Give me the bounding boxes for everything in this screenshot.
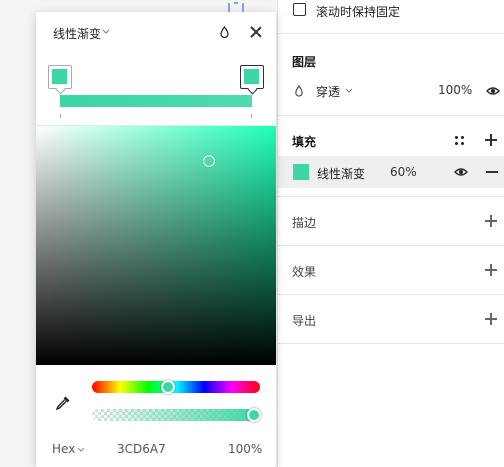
picker-header: 线性渐变 bbox=[36, 12, 276, 52]
color-mode-select[interactable]: Hex bbox=[52, 442, 75, 456]
color-picker-popup: 线性渐变 Hex 3CD6A7 100% bbox=[36, 12, 276, 467]
effects-section: 效果 bbox=[278, 246, 504, 295]
layer-opacity-input[interactable]: 100% bbox=[438, 83, 472, 97]
gradient-stop-right[interactable] bbox=[240, 65, 264, 89]
gradient-tick-left bbox=[60, 114, 61, 118]
fix-scroll-checkbox[interactable] bbox=[293, 3, 306, 16]
saturation-value-area[interactable] bbox=[36, 126, 276, 365]
remove-fill-icon[interactable] bbox=[486, 171, 498, 173]
saturation-value-handle[interactable] bbox=[203, 155, 215, 167]
hue-slider[interactable] bbox=[92, 381, 260, 393]
add-effect-icon[interactable] bbox=[485, 264, 497, 276]
chevron-down-icon[interactable] bbox=[77, 447, 85, 452]
chevron-down-icon[interactable] bbox=[345, 88, 353, 93]
eye-icon[interactable] bbox=[486, 86, 500, 96]
hex-input[interactable]: 3CD6A7 bbox=[117, 442, 166, 456]
dots-grid-icon[interactable] bbox=[454, 135, 466, 147]
gradient-tick-right bbox=[251, 114, 252, 118]
effects-title: 效果 bbox=[292, 265, 317, 279]
stroke-section: 描边 bbox=[278, 197, 504, 246]
layer-title: 图层 bbox=[292, 55, 317, 69]
export-section: 导出 bbox=[278, 295, 504, 344]
eyedropper-icon[interactable] bbox=[55, 395, 71, 411]
add-export-icon[interactable] bbox=[485, 313, 497, 325]
fill-section: 填充 线性渐变 60% bbox=[278, 116, 504, 197]
fix-scroll-label: 滚动时保持固定 bbox=[316, 5, 401, 19]
blend-mode-select[interactable]: 穿透 bbox=[316, 83, 340, 100]
alpha-slider[interactable] bbox=[92, 409, 260, 421]
eye-icon[interactable] bbox=[454, 167, 468, 177]
alpha-input[interactable]: 100% bbox=[228, 442, 262, 456]
alpha-slider-handle[interactable] bbox=[247, 408, 261, 422]
hue-slider-handle[interactable] bbox=[161, 380, 175, 394]
fill-swatch[interactable] bbox=[293, 164, 309, 180]
fill-opacity-input[interactable]: 60% bbox=[390, 165, 417, 179]
gradient-editor bbox=[36, 52, 276, 126]
properties-panel: 滚动时保持固定 图层 穿透 100% 填充 线性渐变 60% 描边 效果 导出 bbox=[277, 0, 504, 467]
export-title: 导出 bbox=[292, 314, 317, 328]
add-stroke-icon[interactable] bbox=[485, 215, 497, 227]
fill-type-select[interactable]: 线性渐变 bbox=[53, 25, 101, 42]
fill-title: 填充 bbox=[292, 135, 317, 149]
close-icon[interactable] bbox=[250, 26, 262, 38]
fix-scroll-row: 滚动时保持固定 bbox=[278, 0, 504, 34]
drop-icon bbox=[295, 85, 303, 97]
gradient-bar[interactable] bbox=[60, 95, 252, 107]
gradient-stop-left[interactable] bbox=[48, 65, 72, 89]
add-fill-icon[interactable] bbox=[485, 134, 497, 146]
fill-type-label[interactable]: 线性渐变 bbox=[317, 165, 365, 182]
chevron-down-icon[interactable] bbox=[102, 29, 110, 34]
fill-row[interactable]: 线性渐变 60% bbox=[278, 156, 504, 188]
stroke-title: 描边 bbox=[292, 216, 317, 230]
drop-icon[interactable] bbox=[220, 26, 229, 38]
layer-section: 图层 穿透 100% bbox=[278, 34, 504, 116]
